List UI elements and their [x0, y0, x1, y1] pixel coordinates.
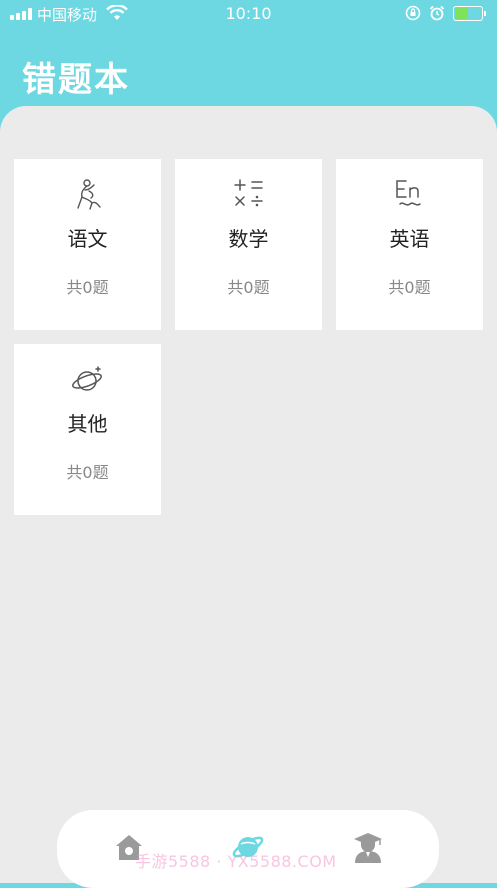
battery-icon	[453, 5, 486, 21]
question-count: 共0题	[388, 278, 431, 297]
status-bar: 中国移动 10:10	[0, 0, 497, 28]
question-count: 共0题	[66, 278, 109, 297]
graduate-icon	[354, 833, 382, 863]
subject-name: 英语	[389, 227, 430, 251]
alarm-icon	[429, 5, 445, 21]
subject-card-other[interactable]: 其他 共0题	[14, 344, 161, 515]
subject-card-english[interactable]: 英语 共0题	[336, 159, 483, 330]
rotation-lock-icon	[405, 5, 421, 21]
subject-card-math[interactable]: 数学 共0题	[175, 159, 322, 330]
page-title: 错题本	[22, 60, 130, 100]
english-en-icon	[395, 180, 421, 206]
chinese-figure-icon	[76, 179, 101, 210]
question-count: 共0题	[66, 463, 109, 482]
tab-profile[interactable]	[351, 830, 385, 864]
question-count: 共0题	[227, 278, 270, 297]
subject-name: 语文	[67, 227, 108, 251]
math-operators-icon	[233, 179, 263, 207]
subject-name: 数学	[228, 227, 269, 251]
planet-icon	[71, 366, 102, 391]
subject-card-chinese[interactable]: 语文 共0题	[14, 159, 161, 330]
main-content: 语文 共0题 数学 共0题 英语 共0题 其他 共0题	[0, 106, 497, 883]
subject-name: 其他	[67, 412, 108, 436]
watermark: 手游5588 · YX5588.COM	[135, 852, 337, 871]
